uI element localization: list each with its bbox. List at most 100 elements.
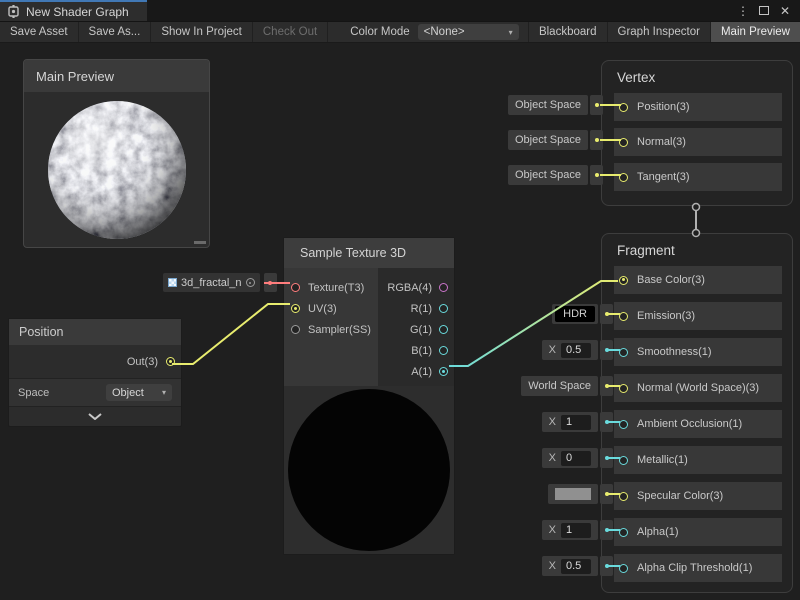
b-output-port[interactable] [439,346,448,355]
position-out-port[interactable] [166,357,175,366]
texture-object-field-chip[interactable]: 3d_fractal_n [163,273,277,292]
port-dot [605,528,609,532]
color-mode-dropdown[interactable]: <None> ▾ [418,24,519,40]
g-output-port[interactable] [439,325,448,334]
a-output-port[interactable] [439,367,448,376]
normal-port[interactable] [619,138,628,147]
alpha-clip-threshold-value-field[interactable]: 0.5 [561,559,591,574]
vertex-node-title: Vertex [602,61,792,92]
a-output-slot[interactable]: A(1) [378,361,454,382]
normal-ws-slot[interactable]: Normal (World Space)(3) [614,374,782,402]
base-color-port[interactable] [619,276,628,285]
emission-slot[interactable]: Emission(3) [614,302,782,330]
vertex-node[interactable]: Vertex Position(3) Normal(3) Tangent(3) [601,60,793,206]
graph-inspector-toggle-button[interactable]: Graph Inspector [607,22,710,42]
main-preview-toggle-button[interactable]: Main Preview [710,22,800,42]
hdr-color-field[interactable]: HDR [555,306,595,322]
emission-port[interactable] [619,312,628,321]
base-color-slot[interactable]: Base Color(3) [614,266,782,294]
rgba-output-slot[interactable]: RGBA(4) [378,277,454,298]
tab-new-shader-graph[interactable]: New Shader Graph [0,0,147,21]
port-dot [605,456,609,460]
main-preview-panel[interactable]: Main Preview [23,59,210,248]
normal-space-chip[interactable]: Object Space [508,130,603,150]
main-preview-header[interactable]: Main Preview [24,60,209,92]
g-output-slot[interactable]: G(1) [378,319,454,340]
position-out-slot[interactable]: Out(3) [9,345,181,379]
alpha-port[interactable] [619,528,628,537]
texture-input-port[interactable] [291,283,300,292]
normal-ws-port[interactable] [619,384,628,393]
specular-color-chip[interactable] [548,484,613,504]
blackboard-toggle-button[interactable]: Blackboard [528,22,607,42]
sample-texture-3d-node[interactable]: Sample Texture 3D Texture(T3) UV(3) Samp… [283,237,455,555]
r-output-slot[interactable]: R(1) [378,298,454,319]
tangent-port[interactable] [619,173,628,182]
maximize-icon[interactable] [757,1,771,21]
smoothness-slot[interactable]: Smoothness(1) [614,338,782,366]
window-menu-icon[interactable]: ⋮ [736,1,750,21]
save-asset-button[interactable]: Save Asset [0,22,79,42]
chevron-down-icon: ▾ [509,28,513,37]
save-as-button[interactable]: Save As... [79,22,152,42]
window-tab-bar: New Shader Graph ⋮ ✕ [0,0,800,22]
vertex-position-slot[interactable]: Position(3) [614,93,782,121]
r-output-port[interactable] [439,304,448,313]
alpha-clip-threshold-slot[interactable]: Alpha Clip Threshold(1) [614,554,782,582]
port-dot [605,492,609,496]
smoothness-value-field[interactable]: 0.5 [561,343,591,358]
position-node[interactable]: Position Out(3) Space Object ▾ [8,318,182,427]
object-picker-icon[interactable] [246,278,255,287]
texture-input-slot[interactable]: Texture(T3) [284,277,378,298]
smoothness-port[interactable] [619,348,628,357]
emission-hdr-chip[interactable]: HDR [552,304,613,324]
node-preview-sphere [288,389,450,551]
vertex-normal-slot[interactable]: Normal(3) [614,128,782,156]
edge-position-to-uv[interactable] [172,304,290,364]
sampler-input-port[interactable] [291,325,300,334]
position-space-chip[interactable]: Object Space [508,95,603,115]
metallic-value-field[interactable]: 0 [561,451,591,466]
metallic-port[interactable] [619,456,628,465]
main-preview-viewport[interactable] [24,92,209,247]
vertex-tangent-slot[interactable]: Tangent(3) [614,163,782,191]
show-in-project-button[interactable]: Show In Project [151,22,253,42]
alpha-clip-threshold-port[interactable] [619,564,628,573]
position-space-row: Space Object ▾ [9,379,181,407]
uv-input-slot[interactable]: UV(3) [284,298,378,319]
uv-input-port[interactable] [291,304,300,313]
specular-color-port[interactable] [619,492,628,501]
close-icon[interactable]: ✕ [778,1,792,21]
alpha-value-field[interactable]: 1 [561,523,591,538]
color-mode-label: Color Mode [328,22,417,42]
collapse-preview-button[interactable] [9,407,181,426]
ambient-occlusion-value-chip[interactable]: X 1 [542,412,613,432]
shader-graph-toolbar: Save Asset Save As... Show In Project Ch… [0,22,800,43]
alpha-slot[interactable]: Alpha(1) [614,518,782,546]
normal-space-mode-chip[interactable]: World Space [521,376,613,396]
space-dropdown[interactable]: Object ▾ [106,384,172,401]
b-output-slot[interactable]: B(1) [378,340,454,361]
shader-graph-canvas[interactable]: Main Preview [0,43,800,600]
smoothness-value-chip[interactable]: X 0.5 [542,340,613,360]
port-dot [605,348,609,352]
panel-resize-grip[interactable] [194,241,206,244]
specular-color-swatch[interactable] [555,488,591,500]
ambient-occlusion-value-field[interactable]: 1 [561,415,591,430]
port-dot [605,384,609,388]
ambient-occlusion-slot[interactable]: Ambient Occlusion(1) [614,410,782,438]
rgba-output-port[interactable] [439,283,448,292]
alpha-value-chip[interactable]: X 1 [542,520,613,540]
alpha-clip-threshold-value-chip[interactable]: X 0.5 [542,556,613,576]
preview-sphere-image [46,99,188,241]
port-dot [595,138,599,142]
metallic-slot[interactable]: Metallic(1) [614,446,782,474]
metallic-value-chip[interactable]: X 0 [542,448,613,468]
sampler-input-slot[interactable]: Sampler(SS) [284,319,378,340]
position-port[interactable] [619,103,628,112]
fragment-node[interactable]: Fragment Base Color(3) Emission(3) Smoot… [601,233,793,593]
ambient-occlusion-port[interactable] [619,420,628,429]
specular-color-slot[interactable]: Specular Color(3) [614,482,782,510]
fragment-node-title: Fragment [602,234,792,265]
tangent-space-chip[interactable]: Object Space [508,165,603,185]
